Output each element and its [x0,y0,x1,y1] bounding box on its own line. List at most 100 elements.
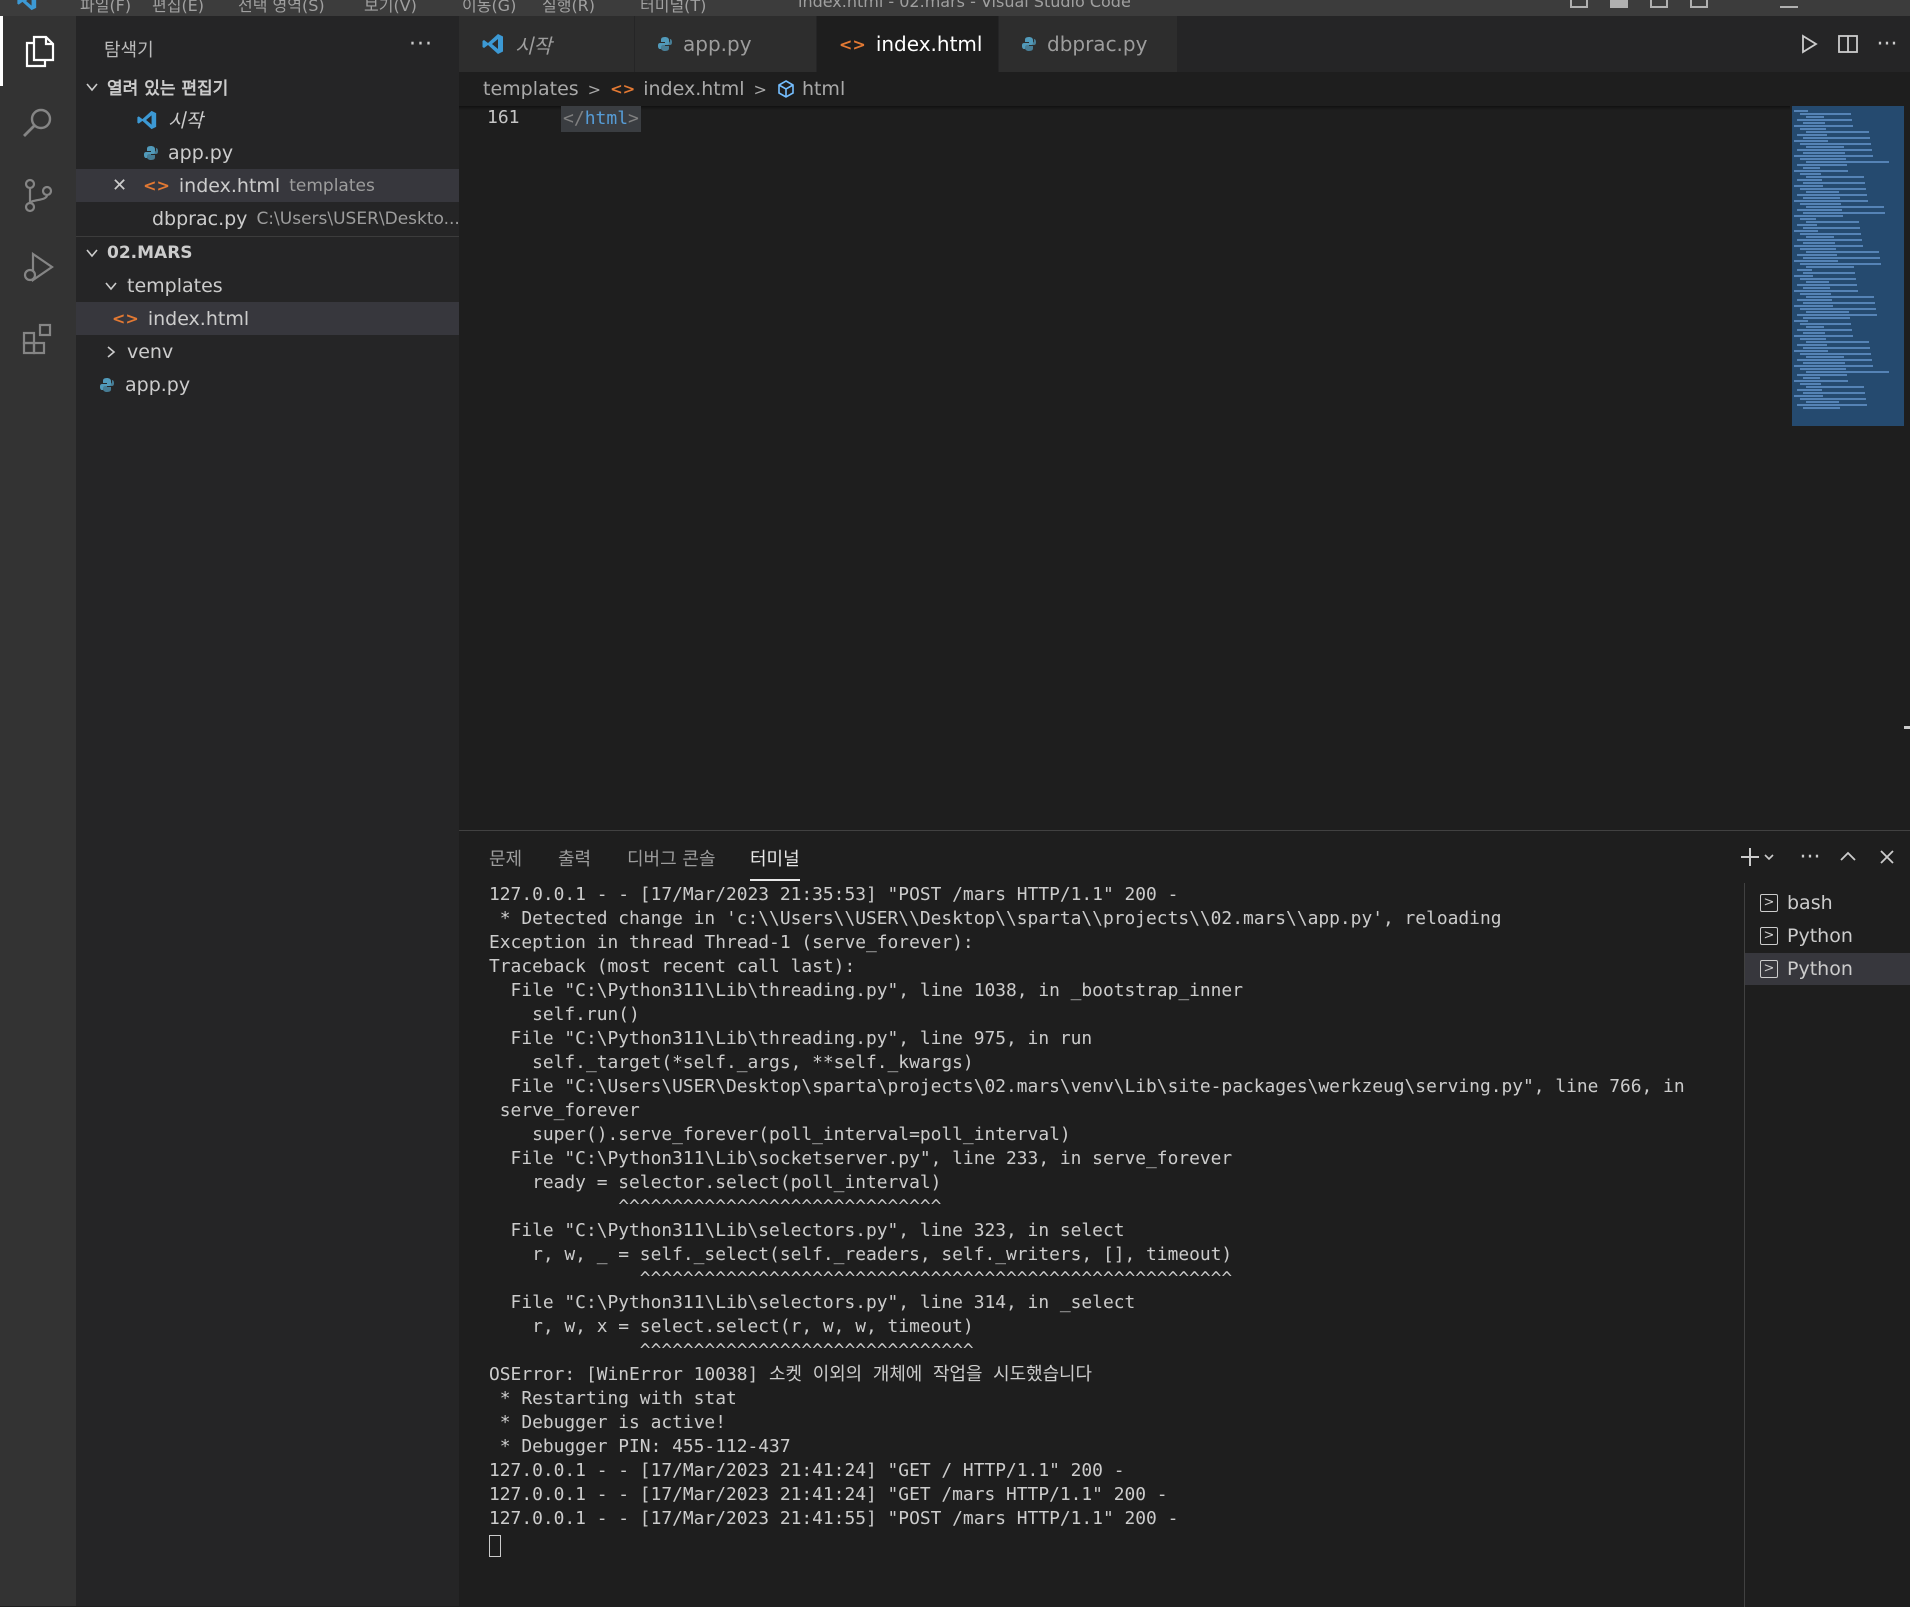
chevron-down-icon [86,248,98,257]
project-header[interactable]: 02.MARS [76,236,459,269]
terminal-line: * Detected change in 'c:\\Users\\USER\\D… [489,908,1502,929]
minimap-line [1806,116,1824,118]
scroll-shadow [459,106,1790,110]
terminal-output[interactable]: 127.0.0.1 - - [17/Mar/2023 21:35:53] "PO… [489,883,1910,1531]
minimap-line [1794,170,1848,172]
toggle-sidebar-icon[interactable] [1570,0,1588,8]
code-line[interactable]: </html> [561,106,641,132]
tab-index-html[interactable]: <> index.html ✕ [817,16,1015,72]
toggle-secondary-sidebar-icon[interactable] [1650,0,1668,8]
breadcrumb-separator-icon: > [753,79,767,99]
menu-edit[interactable]: 편집(E) [152,0,204,16]
toggle-panel-icon[interactable] [1610,0,1628,8]
menu-selection[interactable]: 선택 영역(S) [238,0,325,16]
minimap-line [1806,146,1844,148]
minimap-line [1803,287,1830,289]
run-icon[interactable] [1795,30,1823,58]
menu-file[interactable]: 파일(F) [80,0,131,16]
panel-tab-problems[interactable]: 문제 [489,845,522,871]
minimap-line [1800,158,1846,160]
minimap-line [1803,182,1865,184]
python-icon [1021,36,1037,52]
minimap-line [1794,365,1873,367]
open-editors-header[interactable]: 열려 있는 편집기 [76,70,459,103]
close-panel-icon[interactable] [1872,843,1902,871]
extensions-icon[interactable] [0,304,76,374]
minimap-line [1803,167,1820,169]
menu-run[interactable]: 실행(R) [542,0,595,16]
minimap-line [1803,332,1825,334]
tree-file-index-html[interactable]: <> index.html [76,302,459,335]
minimap-line [1806,251,1879,253]
minimap-line [1806,266,1854,268]
menu-terminal[interactable]: 터미널(T) [640,0,706,16]
tab-dbprac-py[interactable]: dbprac.py [999,16,1178,72]
tree-folder-templates[interactable]: templates [76,269,459,302]
open-editor-item[interactable]: ✕ <> index.html templates [76,169,459,202]
open-editor-item[interactable]: dbprac.py C:\Users\USER\Deskto... [76,202,460,235]
terminal-item-python[interactable]: > Python [1745,953,1910,985]
maximize-panel-icon[interactable] [1833,843,1863,871]
new-terminal-icon[interactable] [1737,843,1781,871]
breadcrumb-file[interactable]: index.html [643,78,744,100]
terminal-icon: > [1760,894,1778,912]
panel-tab-output[interactable]: 출력 [558,845,591,871]
explorer-icon[interactable] [0,16,76,86]
more-actions-icon[interactable]: ··· [1873,30,1901,58]
open-editor-item[interactable]: 시작 [76,103,459,136]
tab-label: index.html [875,32,983,56]
python-icon [657,36,673,52]
minimap-line [1800,323,1851,325]
open-editor-item[interactable]: app.py [76,136,459,169]
sidebar-more-actions-icon[interactable]: ··· [409,32,433,57]
terminal-line: self._target(*self._args, **self._kwargs… [489,1052,974,1073]
minimap-line [1803,347,1870,349]
minimap-line [1794,200,1868,202]
terminal-icon: > [1760,927,1778,945]
breadcrumb-separator-icon: > [587,79,602,99]
tab-app-py[interactable]: app.py [635,16,817,72]
menu-go[interactable]: 이동(G) [462,0,516,16]
explorer-sidebar: 탐색기 ··· 열려 있는 편집기 시작 app.py ✕ <> index.h… [76,16,460,1606]
code-editor[interactable]: 161 </html> [459,106,1910,830]
minimize-icon[interactable] [1780,2,1798,8]
minimap-line [1794,350,1828,352]
search-icon[interactable] [0,88,76,158]
breadcrumb-folder[interactable]: templates [483,78,579,100]
minimap-line [1800,248,1836,250]
panel-more-actions-icon[interactable]: ··· [1795,843,1825,871]
run-debug-icon[interactable] [0,232,76,302]
source-control-icon[interactable] [0,160,76,230]
customize-layout-icon[interactable] [1690,0,1708,8]
scrollbar-marker [1904,726,1910,729]
minimap-line [1797,374,1847,376]
terminal-item-python[interactable]: > Python [1745,920,1910,952]
chevron-down-icon [105,281,117,290]
tab-welcome[interactable]: 시작 [459,16,635,72]
terminal-item-label: bash [1787,892,1833,914]
panel-tab-debug-console[interactable]: 디버그 콘솔 [627,845,716,871]
minimap-line [1803,197,1840,199]
terminal-list: > bash > Python > Python [1744,883,1910,1607]
window-title: index.html - 02.mars - Visual Studio Cod… [798,0,1131,11]
minimap-line [1806,341,1869,343]
minimap-line [1806,191,1839,193]
minimap-line [1794,185,1823,187]
minimap-line [1797,179,1822,181]
terminal-line: ^^^^^^^^^^^^^^^^^^^^^^^^^^^^^^^^^^^^^^^^… [489,1268,1233,1289]
tree-file-app-py[interactable]: app.py [76,368,459,401]
html-icon: <> [143,176,170,195]
minimap-line [1794,395,1823,397]
minimap[interactable] [1792,106,1904,426]
breadcrumb-symbol[interactable]: html [802,78,845,100]
close-icon[interactable]: ✕ [112,175,127,196]
split-editor-icon[interactable] [1834,30,1862,58]
terminal-cursor [489,1535,501,1557]
terminal-item-bash[interactable]: > bash [1745,887,1910,919]
tab-label: app.py [683,32,752,56]
tree-folder-venv[interactable]: venv [76,335,459,368]
minimap-line [1794,125,1853,127]
minimap-line [1806,206,1884,208]
panel-tab-terminal[interactable]: 터미널 [750,845,800,881]
menu-view[interactable]: 보기(V) [364,0,417,16]
